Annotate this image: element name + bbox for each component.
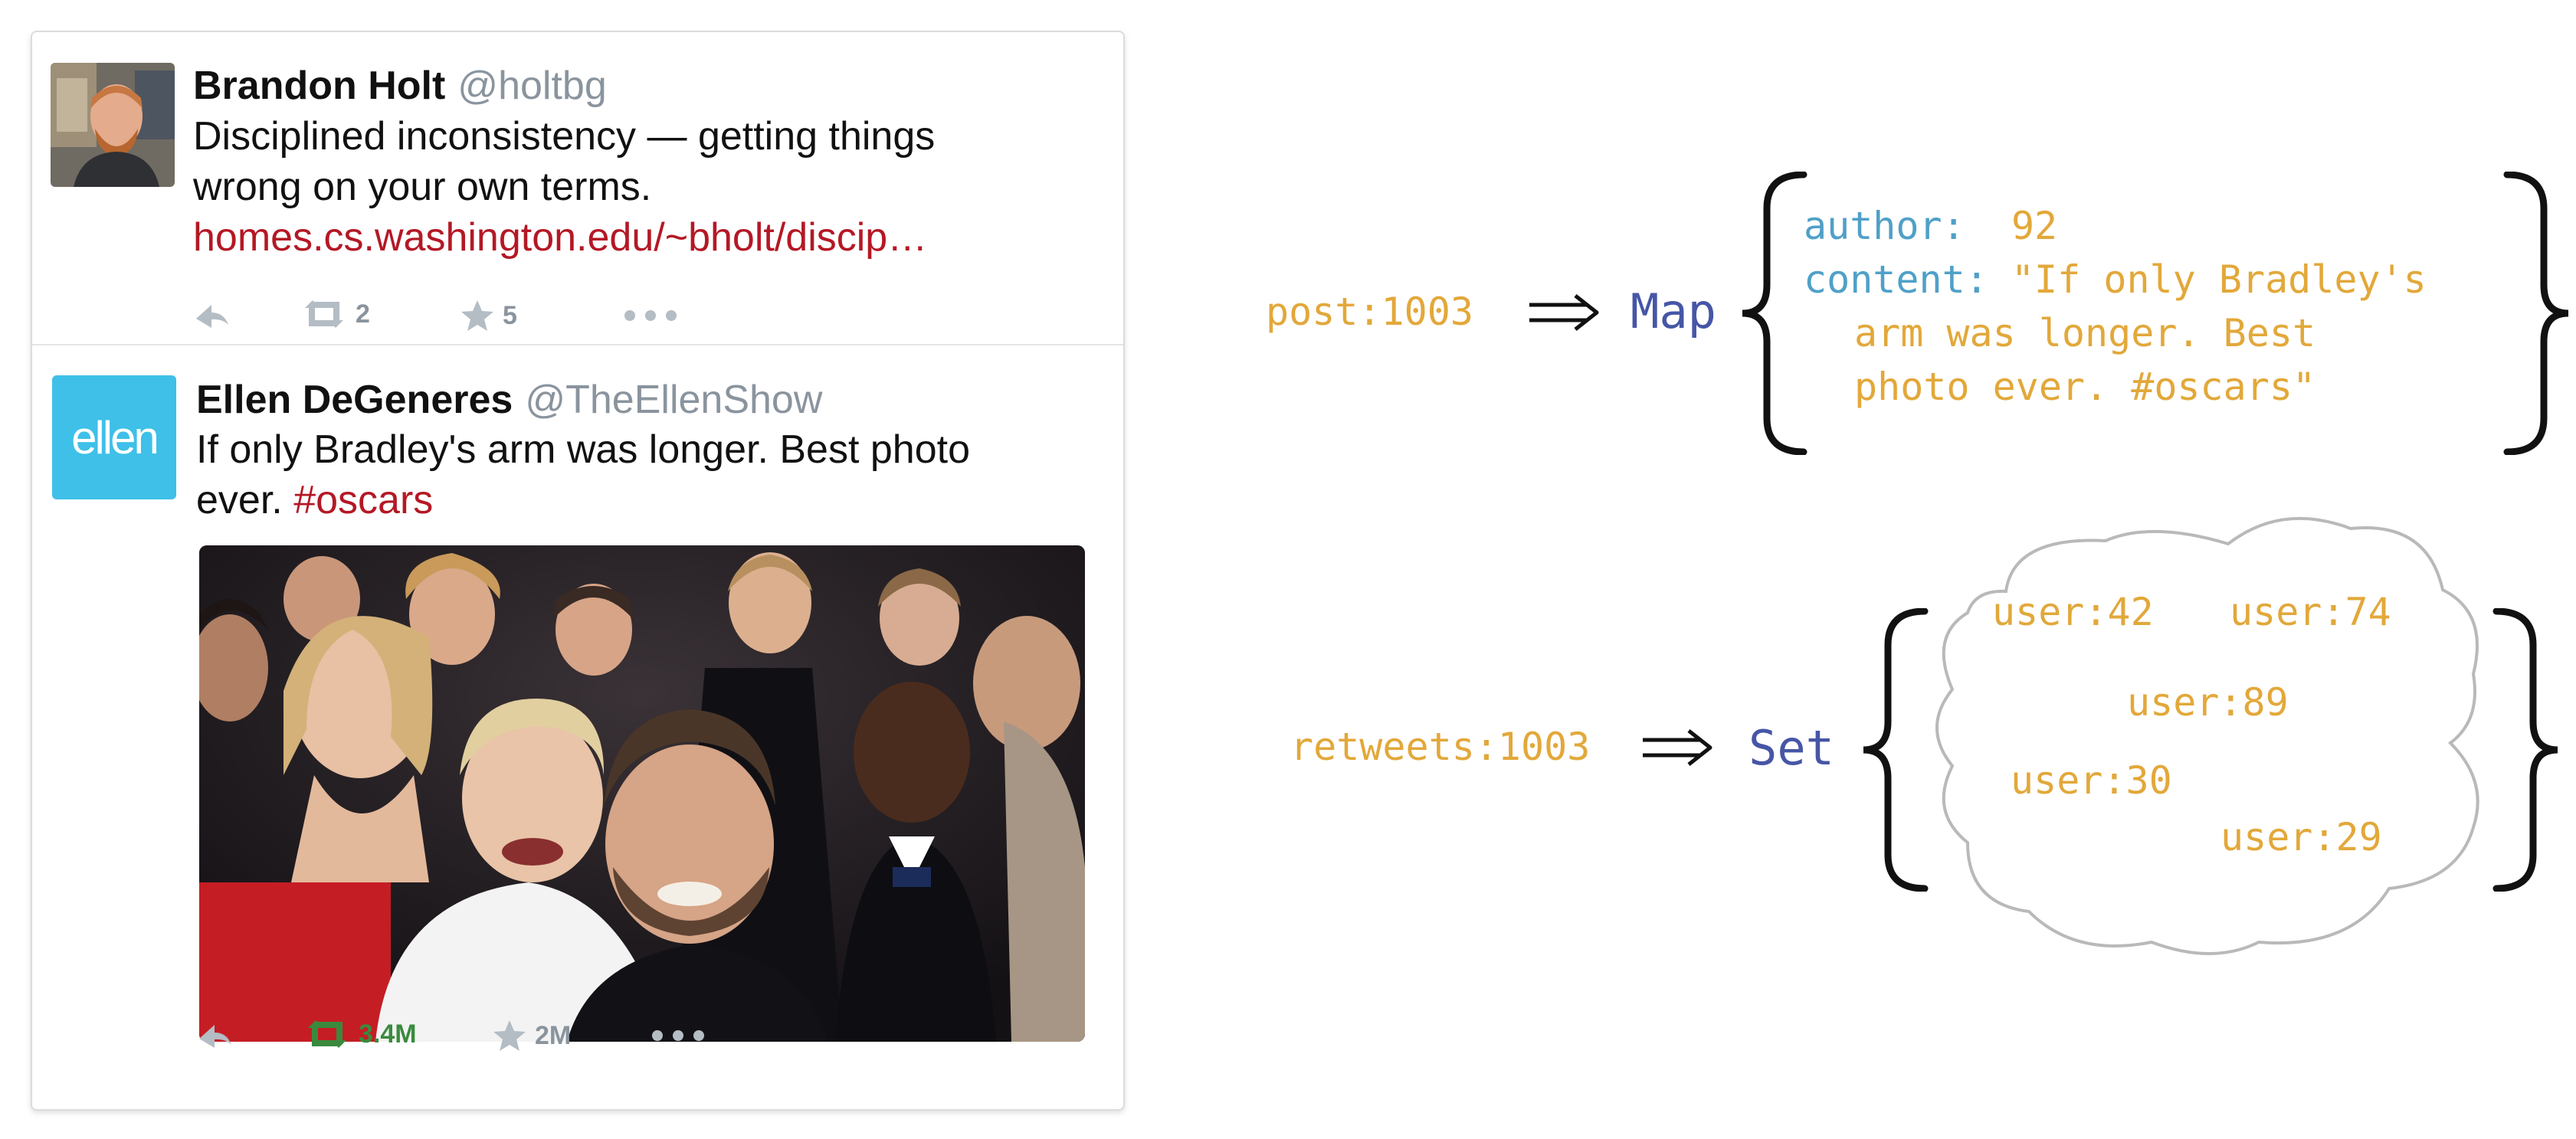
set-member: user:30 <box>2011 758 2172 803</box>
author-handle[interactable]: @holtbg <box>457 64 606 108</box>
map-left-brace <box>1742 172 1807 455</box>
retweet-icon <box>305 300 343 328</box>
tweet-author-line: Brandon Holt @holtbg <box>193 63 607 109</box>
tweet-text-prefix: ever. <box>196 478 283 522</box>
retweets-key: retweets:1003 <box>1290 725 1591 769</box>
star-icon <box>493 1020 526 1051</box>
set-member: user:89 <box>2127 680 2289 725</box>
more-button[interactable] <box>622 308 679 323</box>
hashtag-link[interactable]: #oscars <box>293 478 433 522</box>
favorite-count: 5 <box>503 300 517 330</box>
more-icon <box>624 310 677 321</box>
ellen-logo: ellen <box>71 411 159 463</box>
retweet-button[interactable]: 3.4M <box>303 1019 417 1049</box>
reply-icon <box>196 305 228 328</box>
star-icon <box>461 300 493 331</box>
tweet-text-line: Disciplined inconsistency — getting thin… <box>193 114 936 159</box>
tweet-photo[interactable] <box>199 545 1085 1042</box>
more-icon <box>652 1030 704 1041</box>
map-type-label: Map <box>1630 283 1716 339</box>
tweet-text-line: If only Bradley's arm was longer. Best p… <box>196 427 970 472</box>
favorite-button[interactable]: 5 <box>460 299 517 332</box>
author-handle[interactable]: @TheEllenShow <box>525 378 822 422</box>
favorite-button[interactable]: 2M <box>492 1019 571 1052</box>
more-button[interactable] <box>650 1028 706 1043</box>
retweet-count: 3.4M <box>359 1019 417 1049</box>
retweet-count: 2 <box>356 299 370 329</box>
set-type-label: Set <box>1748 720 1834 776</box>
tweet-actions: 3.4M 2M <box>196 1019 886 1057</box>
tweet-text-line: wrong on your own terms. <box>193 165 652 209</box>
brandon-avatar[interactable] <box>51 63 175 187</box>
map-field-value: "If only Bradley's <box>2011 257 2427 302</box>
tweet-text-line: ever. #oscars <box>196 475 970 525</box>
tweet-text: If only Bradley's arm was longer. Best p… <box>196 424 970 525</box>
map-field-continuation: arm was longer. Best <box>1854 311 2316 355</box>
map-field-continuation: photo ever. #oscars" <box>1854 365 2316 409</box>
author-name[interactable]: Ellen DeGeneres <box>196 378 513 422</box>
implies-arrow-icon <box>1643 729 1712 766</box>
tweet-link[interactable]: homes.cs.washington.edu/~bholt/discip… <box>193 212 935 263</box>
map-field-key: author: <box>1804 204 1965 248</box>
map-field-value: 92 <box>2011 204 2058 248</box>
reply-icon <box>199 1025 231 1048</box>
reply-button[interactable] <box>193 299 230 329</box>
tweet-card: Brandon Holt @holtbg Disciplined inconsis… <box>31 31 1125 1111</box>
tweet-divider <box>32 344 1123 345</box>
map-field-author: author: 92 <box>1804 199 2057 253</box>
map-field-key: content: <box>1804 257 1988 302</box>
author-name[interactable]: Brandon Holt <box>193 64 445 108</box>
favorite-count: 2M <box>535 1020 572 1050</box>
retweet-button[interactable]: 2 <box>300 299 370 329</box>
set-cloud-shape <box>1935 516 2479 955</box>
tweet-actions: 2 5 <box>193 299 883 337</box>
retweet-icon <box>308 1020 346 1048</box>
tweet-author-line: Ellen DeGeneres @TheEllenShow <box>196 377 822 423</box>
set-left-brace <box>1863 608 1929 892</box>
reply-button[interactable] <box>196 1019 233 1049</box>
post-key: post:1003 <box>1266 290 1473 334</box>
map-field-content: content: "If only Bradley's <box>1804 253 2427 306</box>
implies-arrow-icon <box>1529 294 1599 331</box>
set-member: user:74 <box>2230 590 2391 634</box>
set-member: user:42 <box>1992 590 2154 634</box>
ellen-avatar[interactable]: ellen <box>52 375 176 499</box>
map-right-brace <box>2503 172 2569 455</box>
tweet-text: Disciplined inconsistency — getting thin… <box>193 111 935 263</box>
set-member: user:29 <box>2220 815 2382 859</box>
